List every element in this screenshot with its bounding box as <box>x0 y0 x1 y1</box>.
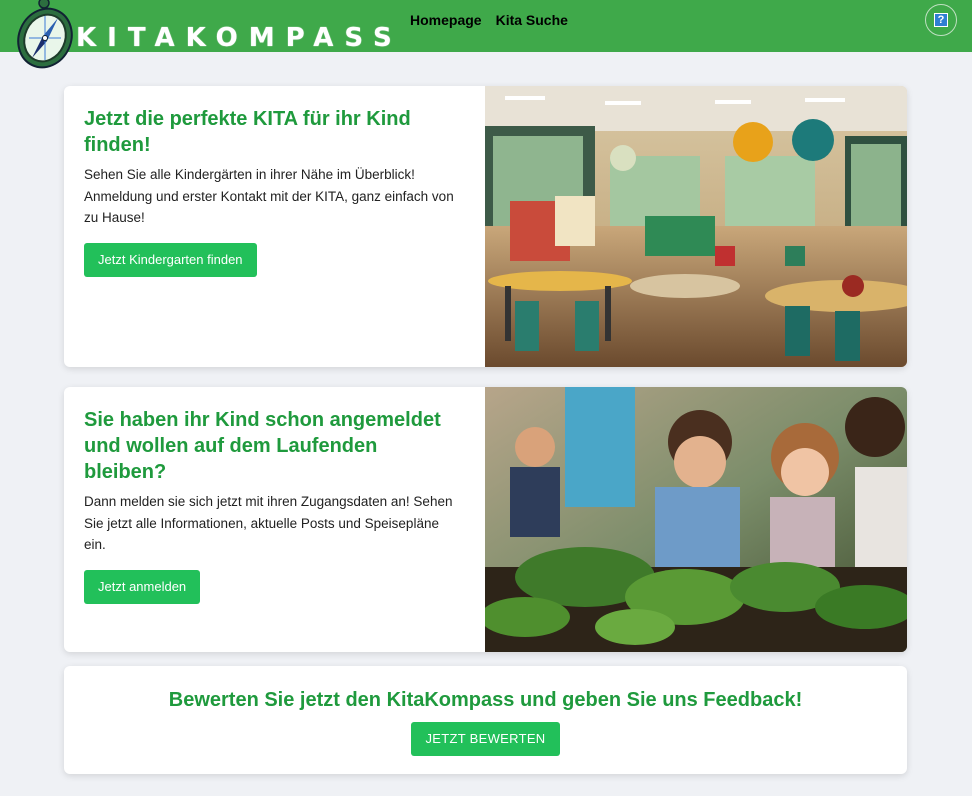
find-kindergarten-button[interactable]: Jetzt Kindergarten finden <box>84 242 257 277</box>
login-button[interactable]: Jetzt anmelden <box>84 569 201 604</box>
login-card: Sie haben ihr Kind schon angemeldet und … <box>64 387 907 652</box>
find-kita-card: Jetzt die perfekte KITA für ihr Kind fin… <box>64 86 907 367</box>
navbar: KITAKOMPASS Homepage Kita Suche ? <box>0 0 972 69</box>
login-description: Dann melden sie sich jetzt mit ihren Zug… <box>84 494 453 552</box>
logo-text[interactable]: KITAKOMPASS <box>76 22 403 54</box>
feedback-section: Bewerten Sie jetzt den KitaKompass und g… <box>64 666 907 774</box>
compass-logo-icon[interactable] <box>14 0 76 72</box>
nav-homepage[interactable]: Homepage <box>410 12 482 29</box>
login-card-text: Sie haben ihr Kind schon angemeldet und … <box>84 407 464 604</box>
find-kita-title: Jetzt die perfekte KITA für ihr Kind fin… <box>84 108 411 156</box>
classroom-image <box>485 86 907 367</box>
help-icon: ? <box>934 13 948 27</box>
rate-now-button[interactable]: JETZT BEWERTEN <box>411 722 560 756</box>
main-nav: Homepage Kita Suche <box>410 12 568 29</box>
find-kita-description: Sehen Sie alle Kindergärten in ihrer Näh… <box>84 167 454 225</box>
feedback-title: Bewerten Sie jetzt den KitaKompass und g… <box>168 689 803 711</box>
login-title: Sie haben ihr Kind schon angemeldet und … <box>84 409 441 483</box>
help-button[interactable]: ? <box>925 4 957 36</box>
children-garden-image <box>485 387 907 652</box>
nav-kita-suche[interactable]: Kita Suche <box>496 12 568 29</box>
find-kita-card-text: Jetzt die perfekte KITA für ihr Kind fin… <box>84 106 464 277</box>
